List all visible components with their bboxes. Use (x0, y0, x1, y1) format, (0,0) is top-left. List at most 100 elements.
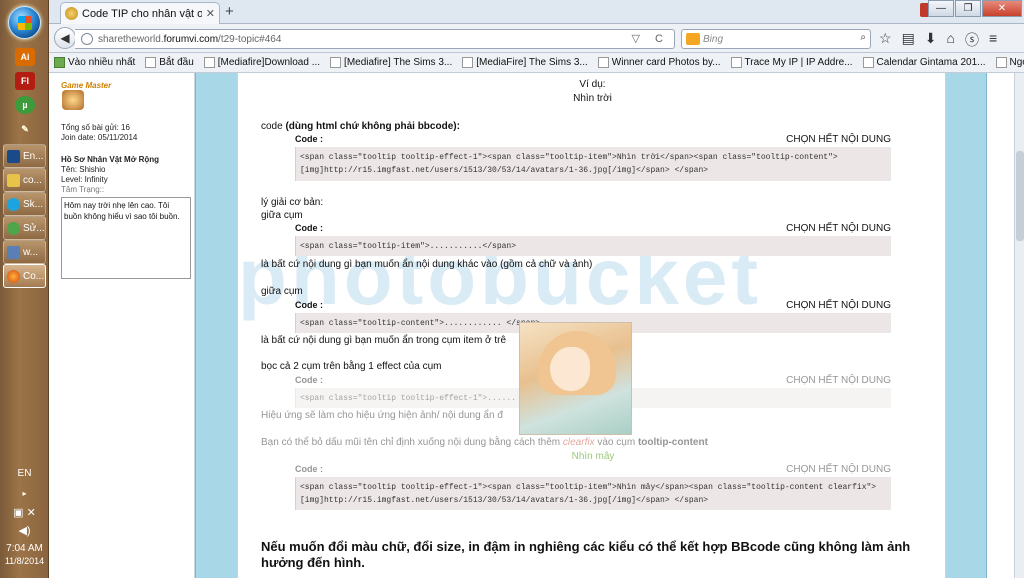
network-icon[interactable]: ▣ ✕ (0, 506, 49, 519)
close-tab-icon[interactable]: ✕ (206, 7, 215, 20)
bookmark-item[interactable]: NgoiLaiBenNhau-Giup... (991, 57, 1024, 68)
explain-text: Hiệu ứng sẽ làm cho hiệu ứng hiện ảnh/ n… (261, 410, 503, 421)
toolbar-icons: ☆ ▤ ⬇ ⌂ ⓢ ≡ (879, 30, 997, 50)
bookmarks-menu-icon[interactable]: ▤ (902, 30, 915, 50)
skype-addon-icon[interactable]: ⓢ (965, 30, 979, 50)
code-block[interactable]: <span class="tooltip tooltip-effect-1"><… (295, 477, 891, 510)
search-placeholder: Bing (703, 33, 724, 45)
post-count: Tổng số bài gửi: 16 (61, 123, 130, 132)
page-scrollbar[interactable] (1014, 73, 1024, 578)
bookmark-item[interactable]: Vào nhiều nhất (49, 57, 140, 68)
tray-expand-icon[interactable]: ▸ (0, 489, 49, 498)
page-icon (462, 57, 474, 68)
taskbar-btn-window[interactable]: w... (3, 240, 46, 264)
profile-section-title: Hồ Sơ Nhân Vật Mở Rộng (61, 155, 160, 164)
select-all-link[interactable]: CHỌN HẾT NỘI DUNG (786, 464, 891, 475)
code-block[interactable]: <span class="tooltip-item">...........</… (295, 236, 891, 256)
mood-textbox[interactable]: Hôm nay trời nhẹ lên cao. Tôi buồn không… (61, 197, 191, 279)
between-label: giữa cụm (261, 210, 303, 221)
join-date: Join date: 05/11/2014 (61, 133, 138, 142)
firefox-icon (7, 269, 20, 283)
new-tab-button[interactable]: + (225, 3, 234, 20)
url-path: /t29-topic#464 (218, 33, 282, 45)
popup-caption[interactable]: Nhìn mây (558, 451, 628, 462)
mood-label: Tâm Trạng:: (61, 185, 105, 194)
explain-text: là bất cứ nội dung gì bạn muốn ẩn trong … (261, 335, 507, 346)
bookmark-item[interactable]: [Mediafire]Download ... (199, 57, 325, 68)
url-prefix: sharetheworld. (98, 33, 164, 45)
utorrent-icon[interactable]: µ (15, 96, 35, 114)
flash-icon[interactable]: Fl (15, 72, 35, 90)
clock-date[interactable]: 11/8/2014 (0, 556, 49, 566)
minimize-button[interactable]: — (928, 0, 954, 17)
user-rank: Game Master (61, 81, 112, 90)
bookmark-item[interactable]: [Mediafire] The Sims 3... (325, 57, 457, 68)
tooltip-image-popup (519, 322, 632, 435)
tools-icon[interactable]: ✎ (15, 120, 35, 138)
volume-icon[interactable]: ◀) (0, 524, 49, 537)
explain-text: là bất cứ nội dung gì bạn muốn ẩn nội du… (261, 259, 593, 270)
select-all-link[interactable]: CHỌN HẾT NỘI DUNG (786, 375, 891, 386)
back-button[interactable]: ◀ (54, 27, 76, 49)
code-header: Code : CHỌN HẾT NỘI DUNG (295, 464, 891, 475)
bookmark-item[interactable]: Trace My IP | IP Addre... (726, 57, 858, 68)
bookmark-item[interactable]: [MediaFire] The Sims 3... (457, 57, 593, 68)
select-all-link[interactable]: CHỌN HẾT NỘI DUNG (786, 223, 891, 234)
code-intro: code (dùng html chứ không phải bbcode): (261, 121, 460, 132)
select-all-link[interactable]: CHỌN HẾT NỘI DUNG (786, 300, 891, 311)
character-face (550, 347, 590, 391)
site-favicon-icon (65, 7, 78, 20)
decorative-border-left (195, 73, 237, 578)
maximize-button[interactable]: ❐ (955, 0, 981, 17)
photoshop-icon (7, 149, 20, 163)
taskbar-btn-skype[interactable]: Sk... (3, 192, 46, 216)
bookmark-star-icon[interactable]: ☆ (879, 30, 892, 50)
taskbar-btn-firefox[interactable]: Co... (3, 264, 46, 288)
tab-title: Code TIP cho nhân vật or ... (82, 7, 202, 20)
character-level: Level: Infinity (61, 175, 108, 184)
bookmarks-toolbar: Vào nhiều nhất Bắt đầu [Mediafire]Downlo… (49, 53, 1024, 73)
start-button[interactable] (8, 6, 41, 39)
page-icon (862, 57, 874, 68)
menu-icon[interactable]: ≡ (989, 30, 997, 50)
taskbar-btn-folder[interactable]: co... (3, 168, 46, 192)
rank-badge-icon (62, 90, 84, 110)
select-all-link[interactable]: CHỌN HẾT NỘI DUNG (786, 134, 891, 145)
window-controls: — ❐ ✕ (928, 0, 1022, 17)
page-icon (203, 57, 215, 68)
code-block[interactable]: <span class="tooltip tooltip-effect-1"><… (295, 147, 891, 181)
tab-strip: Code TIP cho nhân vật or ... ✕ + — ❐ ✕ (49, 0, 1024, 24)
reload-icon[interactable]: ▽ C (632, 32, 669, 45)
clock-time[interactable]: 7:04 AM (0, 543, 49, 554)
url-bar[interactable]: sharetheworld. forumvi.com/t29-topic#464 … (75, 29, 675, 49)
language-indicator[interactable]: EN (0, 468, 49, 479)
window-icon (7, 245, 20, 259)
illustrator-icon[interactable]: Ai (15, 48, 35, 66)
scrollbar-thumb[interactable] (1016, 151, 1024, 241)
clearfix-hint: Bạn có thể bỏ dấu mũi tên chỉ định xuống… (261, 437, 708, 448)
bookmark-item[interactable]: Bắt đầu (140, 57, 198, 68)
search-bar[interactable]: Bing ⌕ (681, 29, 871, 49)
decorative-border-right (946, 73, 987, 578)
code-header: Code : CHỌN HẾT NỘI DUNG (295, 134, 891, 145)
taskbar-btn-app[interactable]: Sử... (3, 216, 46, 240)
taskbar-btn-photoshop[interactable]: En... (3, 144, 46, 168)
bookmark-item[interactable]: Calendar Gintama 201... (858, 57, 991, 68)
example-label: Ví dụ: (579, 79, 606, 90)
app-icon (7, 221, 20, 235)
character-name: Tên: Shishio (61, 165, 106, 174)
page-icon (730, 57, 742, 68)
download-icon[interactable]: ⬇ (925, 30, 937, 50)
example-text[interactable]: Nhìn trời (238, 93, 947, 104)
close-window-button[interactable]: ✕ (982, 0, 1022, 17)
globe-icon (81, 33, 93, 45)
explain-text: bọc cả 2 cụm trên bằng 1 effect của cụm (261, 361, 442, 372)
bookmark-item[interactable]: Winner card Photos by... (593, 57, 726, 68)
home-icon[interactable]: ⌂ (947, 30, 955, 50)
code-header: Code : CHỌN HẾT NỘI DUNG (295, 223, 891, 234)
search-engine-icon[interactable] (686, 33, 700, 45)
search-icon[interactable]: ⌕ (860, 32, 866, 43)
tab-active[interactable]: Code TIP cho nhân vật or ... ✕ (60, 2, 220, 24)
browser-window: Code TIP cho nhân vật or ... ✕ + — ❐ ✕ ◀… (49, 0, 1024, 578)
closing-note: Nếu muốn đổi màu chữ, đổi size, in đậm i… (261, 539, 911, 570)
